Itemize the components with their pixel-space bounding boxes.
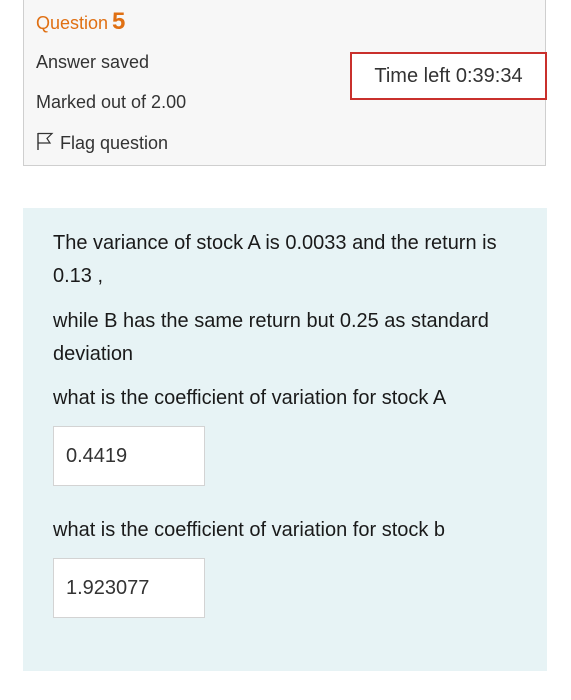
question-text-stock-b: while B has the same return but 0.25 as … xyxy=(53,310,489,365)
prompt-stock-b: what is the coefficient of variation for… xyxy=(53,519,446,541)
marks-info: Marked out of 2.00 xyxy=(36,92,187,112)
prompt-stock-a: what is the coefficient of variation for… xyxy=(53,387,447,409)
answer-input-stock-a[interactable] xyxy=(53,426,205,486)
flag-question-label: Flag question xyxy=(60,133,169,153)
flag-icon xyxy=(36,131,60,156)
question-number: 5 xyxy=(112,8,126,35)
question-label: Question xyxy=(36,13,109,33)
time-left-timer: Time left 0:39:34 xyxy=(350,52,547,100)
question-heading: Question 5 xyxy=(36,8,125,36)
answer-status: Answer saved xyxy=(36,52,150,72)
question-text-variance: The variance of stock A is 0.0033 and th… xyxy=(53,232,497,287)
flag-question-link[interactable]: Flag question xyxy=(36,131,168,156)
timer-text: Time left 0:39:34 xyxy=(374,64,523,87)
question-content: The variance of stock A is 0.0033 and th… xyxy=(23,208,547,671)
answer-input-stock-b[interactable] xyxy=(53,558,205,618)
